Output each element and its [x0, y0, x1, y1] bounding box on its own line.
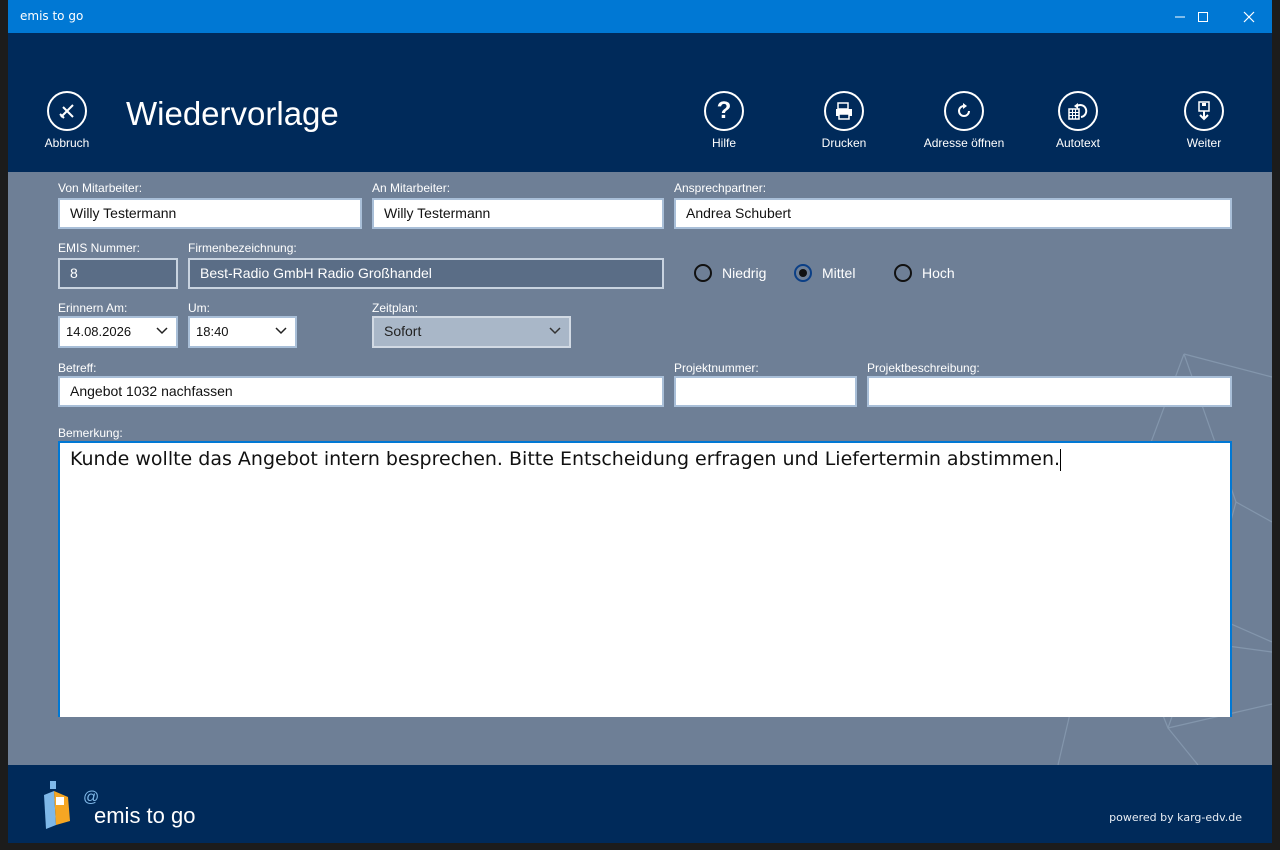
subject-label: Betreff: — [58, 361, 97, 375]
cancel-button[interactable]: Abbruch — [12, 91, 122, 161]
remind-date-label: Erinnern Am: — [58, 301, 128, 315]
form-area: Von Mitarbeiter: Willy Testermann An Mit… — [8, 172, 1272, 765]
text-caret — [1060, 448, 1062, 471]
company-label: Firmenbezeichnung: — [188, 241, 297, 255]
close-icon — [1243, 11, 1255, 22]
autotext-button[interactable]: Autotext — [1023, 91, 1133, 161]
page-title: Wiedervorlage — [126, 95, 339, 132]
project-number-input[interactable] — [674, 376, 857, 407]
from-employee-label: Von Mitarbeiter: — [58, 181, 143, 195]
emis-number-label: EMIS Nummer: — [58, 241, 141, 255]
chevron-down-icon — [156, 327, 168, 335]
powered-by-text: powered by karg-edv.de — [1109, 811, 1242, 824]
remind-date-value: 14.08.2026 — [66, 324, 132, 339]
remind-time-label: Um: — [188, 301, 210, 315]
maximize-button[interactable] — [1180, 0, 1226, 33]
project-description-input[interactable] — [867, 376, 1232, 407]
autotext-icon — [1058, 91, 1098, 131]
app-window: emis to go Abbruch Wiedervorlage ? Hilfe — [8, 0, 1272, 843]
remark-label: Bemerkung: — [58, 426, 123, 440]
close-window-button[interactable] — [1226, 0, 1272, 33]
print-icon — [824, 91, 864, 131]
schedule-dropdown[interactable]: Sofort — [372, 316, 571, 348]
chevron-down-icon — [275, 327, 287, 335]
window-title: emis to go — [20, 9, 84, 23]
remind-time-picker[interactable]: 18:40 — [188, 316, 297, 348]
next-button[interactable]: Weiter — [1149, 91, 1259, 161]
refresh-icon — [944, 91, 984, 131]
contact-label: Ansprechpartner: — [674, 181, 767, 195]
from-employee-input[interactable]: Willy Testermann — [58, 198, 362, 229]
print-button[interactable]: Drucken — [789, 91, 899, 161]
priority-high-radio[interactable]: Hoch — [894, 264, 955, 282]
cancel-icon — [47, 91, 87, 131]
radio-off-icon — [894, 264, 912, 282]
help-icon: ? — [704, 91, 744, 131]
priority-low-label: Niedrig — [722, 265, 767, 281]
cancel-label: Abbruch — [44, 136, 90, 150]
priority-medium-radio[interactable]: Mittel — [794, 264, 855, 282]
save-icon — [1184, 91, 1224, 131]
footer: @ emis to go powered by karg-edv.de — [8, 765, 1272, 843]
schedule-value: Sofort — [384, 323, 422, 339]
schedule-label: Zeitplan: — [372, 301, 419, 315]
emis-number-field: 8 — [58, 258, 178, 289]
chevron-down-icon — [549, 327, 561, 335]
remind-time-value: 18:40 — [196, 324, 229, 339]
open-address-label: Adresse öffnen — [923, 136, 1005, 150]
priority-medium-label: Mittel — [822, 265, 856, 281]
next-label: Weiter — [1186, 136, 1222, 150]
project-number-label: Projektnummer: — [674, 361, 759, 375]
autotext-label: Autotext — [1055, 136, 1101, 150]
subject-input[interactable]: Angebot 1032 nachfassen — [58, 376, 664, 407]
to-employee-input[interactable]: Willy Testermann — [372, 198, 664, 229]
title-bar: emis to go — [8, 0, 1272, 33]
project-description-label: Projektbeschreibung: — [867, 361, 980, 375]
priority-high-label: Hoch — [922, 265, 955, 281]
to-employee-label: An Mitarbeiter: — [372, 181, 451, 195]
help-label: Hilfe — [711, 136, 736, 150]
open-address-button[interactable]: Adresse öffnen — [909, 91, 1019, 161]
radio-on-icon — [794, 264, 812, 282]
contact-input[interactable]: Andrea Schubert — [674, 198, 1232, 229]
help-button[interactable]: ? Hilfe — [669, 91, 779, 161]
remark-text: Kunde wollte das Angebot intern besprech… — [70, 448, 1061, 470]
company-field: Best-Radio GmbH Radio Großhandel — [188, 258, 664, 289]
remind-date-picker[interactable]: 14.08.2026 — [58, 316, 178, 348]
remark-textarea[interactable]: Kunde wollte das Angebot intern besprech… — [58, 441, 1232, 717]
radio-off-icon — [694, 264, 712, 282]
print-label: Drucken — [821, 136, 867, 150]
brand-name: emis to go — [94, 803, 196, 828]
command-bar: Abbruch Wiedervorlage ? Hilfe Drucken Ad… — [8, 33, 1272, 172]
maximize-icon — [1198, 11, 1208, 22]
priority-low-radio[interactable]: Niedrig — [694, 264, 766, 282]
